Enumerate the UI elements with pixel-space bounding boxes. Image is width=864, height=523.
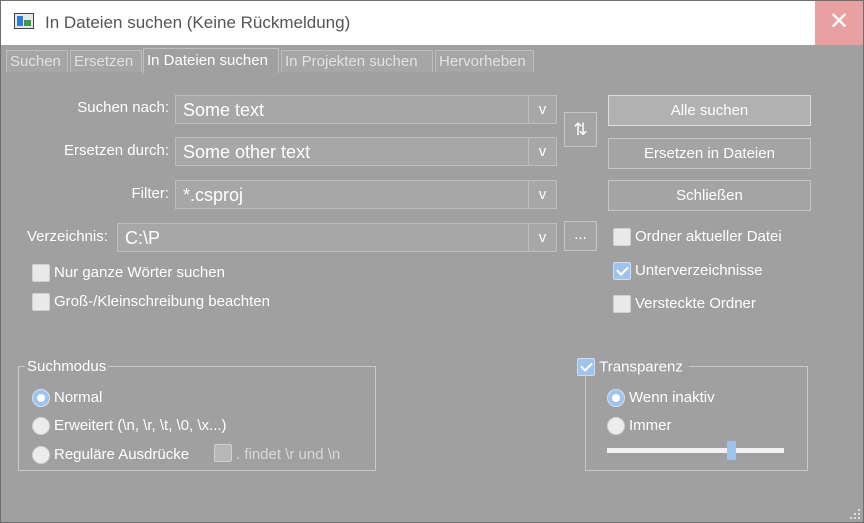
title-bar[interactable]: In Dateien suchen (Keine Rückmeldung) ✕ — [1, 1, 863, 45]
search-mode-title: Suchmodus — [25, 358, 109, 375]
transparency-checkbox[interactable] — [577, 358, 595, 377]
app-icon — [14, 13, 34, 29]
chevron-down-icon[interactable]: v — [528, 224, 556, 251]
tab-in-projekten-suchen[interactable]: In Projekten suchen — [281, 50, 433, 72]
chevron-down-icon[interactable]: v — [528, 181, 556, 208]
always-radio[interactable] — [607, 417, 625, 435]
transparency-slider[interactable] — [607, 448, 784, 453]
filter-combobox[interactable]: *.csproj v — [175, 180, 557, 209]
hidden-folders-checkbox[interactable] — [613, 295, 631, 313]
directory-label: Verzeichnis: — [27, 228, 108, 245]
tab-suchen[interactable]: Suchen — [6, 50, 68, 72]
search-combobox[interactable]: Some text v — [175, 95, 557, 124]
find-all-button[interactable]: Alle suchen — [608, 95, 811, 126]
whole-words-label: Nur ganze Wörter suchen — [54, 264, 225, 281]
mode-normal-radio[interactable] — [32, 389, 50, 407]
when-inactive-radio[interactable] — [607, 389, 625, 407]
filter-label: Filter: — [131, 185, 170, 202]
swap-icon: ⇅ — [573, 120, 588, 139]
transparency-title: Transparenz — [599, 358, 683, 376]
current-folder-checkbox[interactable] — [613, 228, 631, 246]
filter-input[interactable]: *.csproj — [183, 185, 243, 206]
mode-normal-label: Normal — [54, 389, 103, 406]
always-label: Immer — [629, 417, 672, 434]
chevron-down-icon[interactable]: v — [528, 138, 556, 165]
replace-input[interactable]: Some other text — [183, 142, 310, 163]
close-window-button[interactable]: ✕ — [815, 1, 863, 45]
whole-words-checkbox[interactable] — [32, 264, 50, 282]
chevron-down-icon[interactable]: v — [528, 96, 556, 123]
mode-regex-label: Reguläre Ausdrücke — [54, 446, 190, 463]
directory-input[interactable]: C:\P — [125, 228, 160, 249]
transparency-legend: Transparenz — [575, 358, 689, 377]
when-inactive-label: Wenn inaktiv — [629, 389, 715, 406]
tab-ersetzen[interactable]: Ersetzen — [70, 50, 142, 72]
close-button[interactable]: Schließen — [608, 180, 811, 211]
dot-matches-newline-label: . findet \r und \n — [236, 446, 341, 463]
hidden-folders-label: Versteckte Ordner — [635, 295, 756, 312]
subdirs-checkbox[interactable] — [613, 262, 631, 280]
find-in-files-dialog: In Dateien suchen (Keine Rückmeldung) ✕ … — [0, 0, 864, 523]
transparency-slider-thumb[interactable] — [727, 441, 736, 460]
match-case-checkbox[interactable] — [32, 293, 50, 311]
tab-hervorheben[interactable]: Hervorheben — [435, 50, 534, 72]
search-input[interactable]: Some text — [183, 100, 264, 121]
dot-matches-newline-checkbox[interactable] — [214, 444, 232, 462]
resize-grip-icon[interactable] — [849, 508, 861, 520]
window-title: In Dateien suchen (Keine Rückmeldung) — [45, 13, 351, 32]
replace-label: Ersetzen durch: — [63, 142, 169, 159]
replace-combobox[interactable]: Some other text v — [175, 137, 557, 166]
swap-button[interactable]: ⇅ — [564, 112, 597, 147]
replace-in-files-button[interactable]: Ersetzen in Dateien — [608, 138, 811, 169]
subdirs-label: Unterverzeichnisse — [635, 262, 763, 279]
current-folder-label: Ordner aktueller Datei — [635, 228, 782, 245]
match-case-label: Groß-/Kleinschreibung beachten — [54, 293, 270, 310]
browse-button[interactable]: ... — [564, 221, 597, 251]
search-label: Suchen nach: — [77, 99, 169, 116]
mode-extended-radio[interactable] — [32, 417, 50, 435]
mode-regex-radio[interactable] — [32, 446, 50, 464]
directory-combobox[interactable]: C:\P v — [117, 223, 557, 252]
close-icon: ✕ — [828, 8, 850, 35]
mode-extended-label: Erweitert (\n, \r, \t, \0, \x...) — [54, 417, 227, 434]
tab-in-dateien-suchen[interactable]: In Dateien suchen — [143, 48, 279, 73]
